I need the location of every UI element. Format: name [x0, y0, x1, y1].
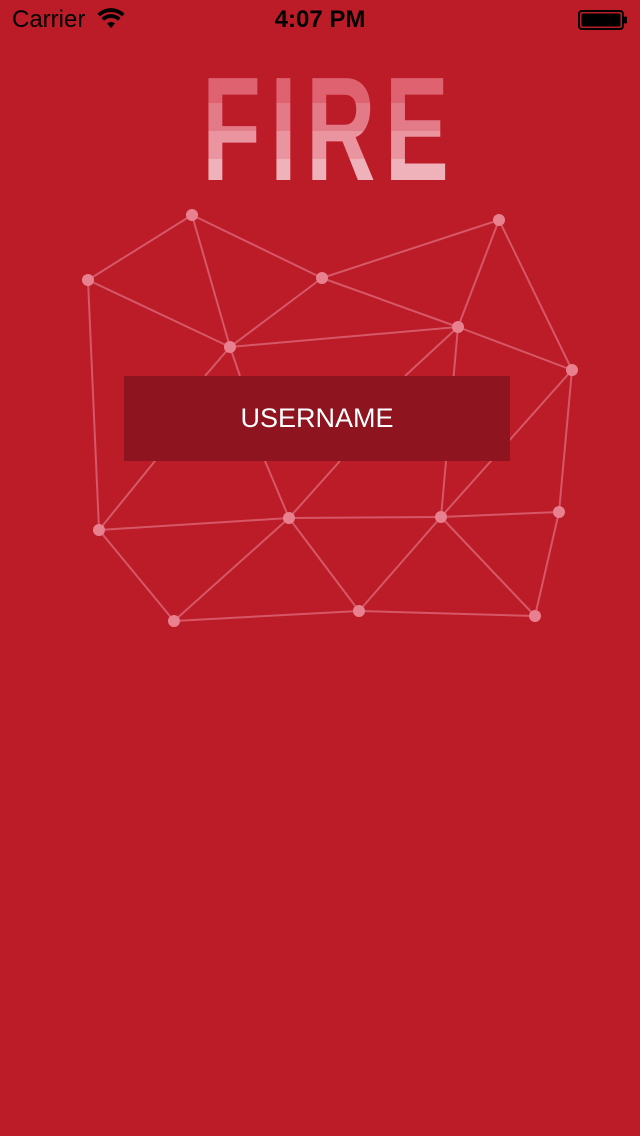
network-node — [529, 610, 541, 622]
network-node — [82, 274, 94, 286]
network-graphic — [82, 209, 578, 627]
username-button[interactable]: USERNAME — [124, 376, 510, 461]
network-node — [566, 364, 578, 376]
app-screen: Carrier 4:07 PM FIRE USERNAME — [0, 0, 640, 1136]
network-node — [553, 506, 565, 518]
network-node — [283, 512, 295, 524]
network-node — [493, 214, 505, 226]
network-node — [224, 341, 236, 353]
network-node — [168, 615, 180, 627]
network-node — [353, 605, 365, 617]
network-node — [93, 524, 105, 536]
network-node — [435, 511, 447, 523]
network-node — [186, 209, 198, 221]
network-node — [452, 321, 464, 333]
network-node — [316, 272, 328, 284]
